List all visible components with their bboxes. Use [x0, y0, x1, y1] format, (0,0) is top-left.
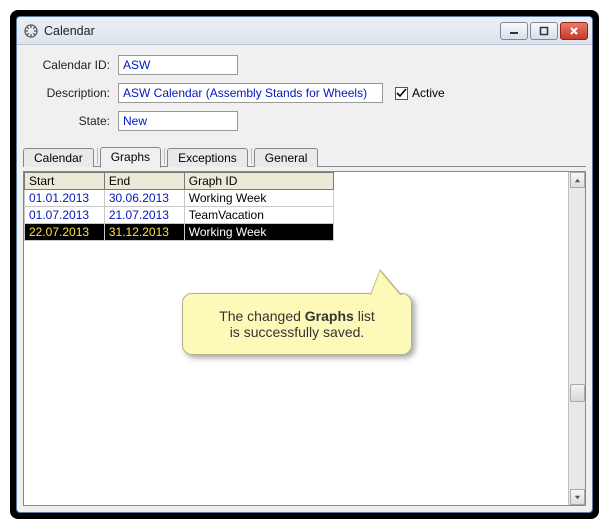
calendar-id-label: Calendar ID: [33, 58, 118, 72]
column-header[interactable]: Start [25, 173, 105, 190]
callout-line1: The changed Graphs list [197, 308, 397, 324]
tab-exceptions[interactable]: Exceptions [167, 148, 248, 167]
check-icon [395, 87, 408, 100]
scroll-up-button[interactable] [570, 172, 585, 188]
table-row[interactable]: 01.01.201330.06.2013Working Week [25, 190, 334, 207]
calendar-window: Calendar Calendar ID: Description: [16, 16, 593, 513]
state-field[interactable] [118, 111, 238, 131]
callout-line2: is successfully saved. [197, 324, 397, 340]
close-button[interactable] [560, 22, 588, 40]
cell-start[interactable]: 01.07.2013 [25, 207, 105, 224]
cell-end[interactable]: 31.12.2013 [104, 224, 184, 241]
description-label: Description: [33, 86, 118, 100]
cell-start[interactable]: 22.07.2013 [25, 224, 105, 241]
tab-separator [97, 148, 98, 164]
cell-end[interactable]: 21.07.2013 [104, 207, 184, 224]
active-label: Active [412, 86, 445, 100]
active-checkbox[interactable]: Active [395, 86, 445, 100]
tab-general[interactable]: General [254, 148, 319, 167]
tab-calendar[interactable]: Calendar [23, 148, 94, 167]
tab-strip: Calendar Graphs Exceptions General [17, 145, 592, 167]
state-label: State: [33, 114, 118, 128]
tab-graphs[interactable]: Graphs [100, 147, 161, 168]
cell-graph-id[interactable]: Working Week [184, 190, 333, 207]
titlebar: Calendar [17, 17, 592, 45]
scroll-thumb[interactable] [570, 384, 585, 402]
cell-end[interactable]: 30.06.2013 [104, 190, 184, 207]
tab-separator [164, 148, 165, 164]
calendar-id-field[interactable] [118, 55, 238, 75]
table-row[interactable]: 01.07.201321.07.2013TeamVacation [25, 207, 334, 224]
scroll-track[interactable] [570, 188, 585, 489]
window-title: Calendar [44, 24, 500, 38]
app-icon [23, 23, 39, 39]
column-header[interactable]: End [104, 173, 184, 190]
cell-start[interactable]: 01.01.2013 [25, 190, 105, 207]
scroll-down-button[interactable] [570, 489, 585, 505]
maximize-button[interactable] [530, 22, 558, 40]
column-header[interactable]: Graph ID [184, 173, 333, 190]
cell-graph-id[interactable]: Working Week [184, 224, 333, 241]
tab-separator [251, 148, 252, 164]
minimize-button[interactable] [500, 22, 528, 40]
vertical-scrollbar[interactable] [568, 172, 585, 505]
callout-tooltip: The changed Graphs list is successfully … [182, 293, 412, 355]
form-area: Calendar ID: Description: Active State: [17, 45, 592, 145]
description-field[interactable] [118, 83, 383, 103]
table-row[interactable]: 22.07.201331.12.2013Working Week [25, 224, 334, 241]
cell-graph-id[interactable]: TeamVacation [184, 207, 333, 224]
